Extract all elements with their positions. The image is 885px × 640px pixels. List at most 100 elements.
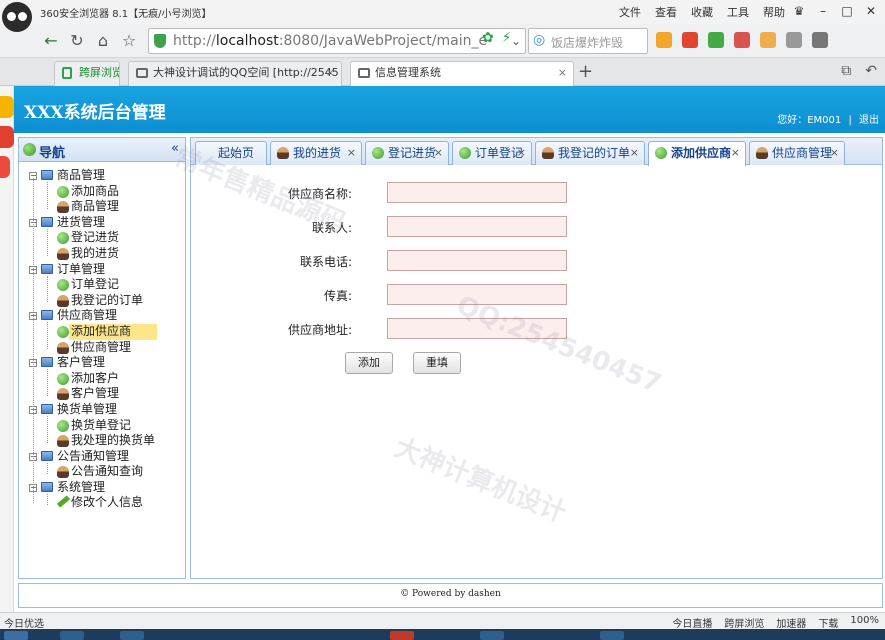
weibo-icon[interactable]: [682, 32, 698, 48]
content-tab[interactable]: 我登记的订单 ×: [535, 141, 645, 165]
status-download[interactable]: 下载: [818, 615, 838, 630]
nav-item[interactable]: 商品管理: [19, 199, 185, 215]
logout-link[interactable]: 退出: [859, 115, 879, 126]
menu-view[interactable]: 查看: [655, 4, 677, 20]
nav-group[interactable]: − 客户管理: [19, 355, 185, 371]
field-input[interactable]: [387, 216, 567, 237]
skin-icon[interactable]: ♛: [789, 2, 809, 20]
star-icon[interactable]: ☆: [118, 30, 140, 52]
new-tab-icon[interactable]: +: [578, 61, 593, 82]
nav-group-label: 商品管理: [57, 168, 106, 182]
nav-group-label: 客户管理: [57, 355, 106, 370]
taskbar-app-icon[interactable]: [60, 631, 84, 640]
taskbar-app-icon[interactable]: [120, 631, 144, 640]
safety-icon[interactable]: [708, 32, 724, 48]
mail-sidebar-icon[interactable]: [0, 156, 10, 178]
status-accelerator[interactable]: 加速器: [776, 615, 806, 630]
close-tab-icon[interactable]: ×: [347, 142, 356, 164]
nav-item[interactable]: 我的进货: [19, 246, 185, 262]
home-icon[interactable]: ⌂: [92, 30, 114, 52]
nav-group[interactable]: − 供应商管理: [19, 308, 185, 324]
close-tab-icon[interactable]: ×: [558, 62, 567, 84]
field-input[interactable]: [387, 250, 567, 271]
field-input[interactable]: [387, 182, 567, 203]
more-icon[interactable]: [812, 32, 828, 48]
content-tab-label: 供应商管理: [772, 146, 833, 160]
content-tab[interactable]: 我的进货 ×: [270, 141, 362, 165]
close-tab-icon[interactable]: ×: [830, 142, 839, 164]
taskbar-app-icon[interactable]: [600, 631, 624, 640]
nav-item[interactable]: 添加商品: [19, 184, 185, 200]
menu-file[interactable]: 文件: [619, 4, 641, 20]
zoom-level[interactable]: 100%: [850, 615, 879, 630]
field-input[interactable]: [387, 318, 567, 339]
taskbar-app-icon[interactable]: [390, 631, 414, 640]
browser-tab-qqzone[interactable]: 大神设计调试的QQ空间 [http://2545 ×: [128, 61, 342, 86]
nav-item[interactable]: 订单登记: [19, 277, 185, 293]
close-tab-icon[interactable]: ×: [731, 142, 740, 164]
nav-group[interactable]: − 订单管理: [19, 262, 185, 278]
collapse-nav-icon[interactable]: «: [171, 141, 179, 156]
status-crossscreen[interactable]: 跨屏浏览: [724, 615, 764, 630]
content-tab[interactable]: 登记进货 ×: [365, 141, 449, 165]
url-dropdown-icon[interactable]: ⌄: [505, 30, 527, 52]
menu-favorites[interactable]: 收藏: [691, 4, 713, 20]
taskbar-app-icon[interactable]: [480, 631, 504, 640]
nav-group[interactable]: − 公告通知管理: [19, 449, 185, 465]
content-tab[interactable]: 起始页: [195, 141, 267, 165]
compat-mode-icon[interactable]: ✿: [482, 30, 494, 46]
nav-item[interactable]: 换货单登记: [19, 418, 185, 434]
apps-icon[interactable]: [656, 32, 672, 48]
menu-help[interactable]: 帮助: [763, 4, 785, 20]
close-tab-icon[interactable]: ×: [517, 142, 526, 164]
content-tab[interactable]: 供应商管理 ×: [749, 141, 845, 165]
tab-list-icon[interactable]: ⧉: [841, 63, 851, 79]
nav-group[interactable]: − 商品管理: [19, 168, 185, 184]
nav-item[interactable]: 我登记的订单: [19, 293, 185, 309]
tree-guide-line: [47, 416, 48, 443]
refresh-icon[interactable]: ↻: [66, 30, 88, 52]
games-icon[interactable]: [786, 32, 802, 48]
close-tab-icon[interactable]: ×: [434, 142, 443, 164]
nav-item[interactable]: 供应商管理: [19, 340, 185, 356]
notes-icon[interactable]: [760, 32, 776, 48]
browser-tab-crossscreen[interactable]: 跨屏浏览: [54, 61, 120, 86]
nav-group[interactable]: − 系统管理: [19, 480, 185, 496]
nav-group[interactable]: − 进货管理: [19, 215, 185, 231]
content-tab[interactable]: 添加供应商 ×: [648, 141, 746, 166]
reset-button[interactable]: 重填: [413, 352, 461, 374]
weibo-sidebar-icon[interactable]: [0, 126, 14, 148]
nav-item[interactable]: 客户管理: [19, 386, 185, 402]
menu-tools[interactable]: 工具: [727, 4, 749, 20]
folder-computer-icon: [41, 170, 53, 180]
maximize-icon[interactable]: □: [837, 2, 857, 20]
browser-tab-active[interactable]: 信息管理系统 ×: [350, 61, 574, 87]
folder-computer-icon: [41, 310, 53, 321]
url-bar[interactable]: http://localhost:8080/JavaWebProject/mai…: [148, 28, 526, 54]
nav-item[interactable]: 添加供应商: [19, 323, 185, 340]
status-tools: 今日直播 跨屏浏览 加速器 下载 100%: [672, 615, 879, 630]
close-tab-icon[interactable]: ×: [630, 142, 639, 164]
status-live[interactable]: 今日直播: [672, 615, 712, 630]
nav-item[interactable]: 登记进货: [19, 230, 185, 246]
back-icon[interactable]: ←: [40, 30, 62, 52]
add-button[interactable]: 添加: [345, 352, 393, 374]
favorites-star-icon[interactable]: [0, 96, 14, 118]
close-window-icon[interactable]: ✕: [861, 2, 881, 20]
nav-item[interactable]: 公告通知查询: [19, 464, 185, 480]
nav-item[interactable]: 修改个人信息: [19, 495, 185, 511]
start-icon[interactable]: [4, 631, 28, 640]
content-tab-label: 添加供应商: [671, 146, 732, 160]
status-recommend[interactable]: 今日优选: [4, 615, 44, 630]
ad-block-icon[interactable]: [734, 32, 750, 48]
nav-item[interactable]: 我处理的换货单: [19, 433, 185, 449]
search-input[interactable]: 饭店爆炸炸毁: [551, 34, 623, 51]
search-box[interactable]: ◎ 饭店爆炸炸毁: [528, 28, 648, 54]
minimize-icon[interactable]: –: [813, 2, 833, 20]
content-tab[interactable]: 订单登记 ×: [452, 141, 532, 165]
close-tab-icon[interactable]: ×: [326, 62, 335, 84]
restore-tab-icon[interactable]: ↶: [865, 63, 877, 79]
nav-group[interactable]: − 换货单管理: [19, 402, 185, 418]
nav-item[interactable]: 添加客户: [19, 371, 185, 387]
field-input[interactable]: [387, 284, 567, 305]
